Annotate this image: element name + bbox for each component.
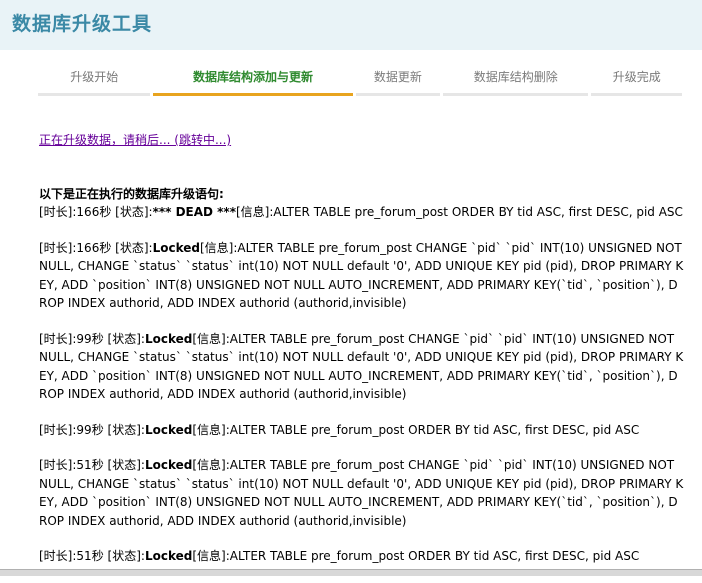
- info-label: [信息]:: [192, 458, 230, 472]
- time-label: [时长]:: [39, 458, 77, 472]
- duration-value: 99秒: [76, 331, 104, 346]
- status-value: Locked: [144, 549, 193, 563]
- status-label: [状态]:: [103, 331, 145, 346]
- log-entry: [时长]:99秒 [状态]:Locked[信息]:ALTER TABLE pre…: [39, 421, 684, 440]
- status-label: [状态]:: [103, 458, 145, 472]
- log-entry: [时长]:51秒 [状态]:Locked[信息]:ALTER TABLE pre…: [39, 547, 684, 566]
- step-data-update: 数据更新: [355, 62, 441, 96]
- status-value: *** DEAD ***: [152, 205, 236, 219]
- status-value: Locked: [144, 422, 193, 437]
- sql-statement: ALTER TABLE pre_forum_post ORDER BY tid …: [229, 422, 640, 437]
- info-label: [信息]:: [192, 331, 230, 346]
- duration-value: 166秒: [76, 240, 112, 255]
- duration-value: 51秒: [76, 549, 104, 563]
- info-label: [信息]:: [192, 422, 230, 437]
- step-start: 升级开始: [38, 62, 151, 96]
- time-label: [时长]:: [39, 205, 77, 219]
- status-label: [状态]:: [111, 240, 153, 255]
- info-label: [信息]:: [235, 205, 274, 219]
- log-entry: [时长]:99秒 [状态]:Locked[信息]:ALTER TABLE pre…: [39, 330, 684, 404]
- redirect-link[interactable]: 正在升级数据，请稍后... (跳转中...): [39, 131, 231, 148]
- info-label: [信息]:: [192, 549, 230, 563]
- sql-heading: 以下是正在执行的数据库升级语句:: [39, 187, 224, 201]
- status-value: Locked: [144, 458, 193, 472]
- duration-value: 99秒: [76, 422, 104, 437]
- time-label: [时长]:: [39, 422, 77, 437]
- status-label: [状态]:: [103, 549, 145, 563]
- log-entry: [时长]:166秒 [状态]:Locked[信息]:ALTER TABLE pr…: [39, 239, 684, 313]
- step-complete: 升级完成: [591, 62, 682, 96]
- time-label: [时长]:: [39, 549, 77, 563]
- status-label: [状态]:: [111, 205, 153, 219]
- app-title: 数据库升级工具: [12, 13, 153, 35]
- time-label: [时长]:: [39, 240, 77, 255]
- sql-statement: ALTER TABLE pre_forum_post ORDER BY tid …: [229, 549, 640, 563]
- status-value: Locked: [152, 240, 200, 255]
- log-entry: [时长]:51秒 [状态]:Locked[信息]:ALTER TABLE pre…: [39, 456, 684, 530]
- info-label: [信息]:: [199, 240, 238, 255]
- upgrade-steps: 升级开始 数据库结构添加与更新 数据更新 数据库结构删除 升级完成: [38, 62, 682, 98]
- time-label: [时长]:: [39, 331, 77, 346]
- status-label: [状态]:: [103, 422, 145, 437]
- step-structure-update: 数据库结构添加与更新: [153, 62, 353, 96]
- duration-value: 51秒: [76, 458, 104, 472]
- app-header: 数据库升级工具: [0, 0, 702, 50]
- status-value: Locked: [144, 331, 193, 346]
- sql-statement: ALTER TABLE pre_forum_post ORDER BY tid …: [273, 205, 683, 219]
- duration-value: 166秒: [76, 205, 112, 219]
- sql-log: [时长]:166秒 [状态]:*** DEAD ***[信息]:ALTER TA…: [39, 203, 684, 583]
- log-entry: [时长]:166秒 [状态]:*** DEAD ***[信息]:ALTER TA…: [39, 203, 684, 222]
- step-structure-delete: 数据库结构删除: [443, 62, 589, 96]
